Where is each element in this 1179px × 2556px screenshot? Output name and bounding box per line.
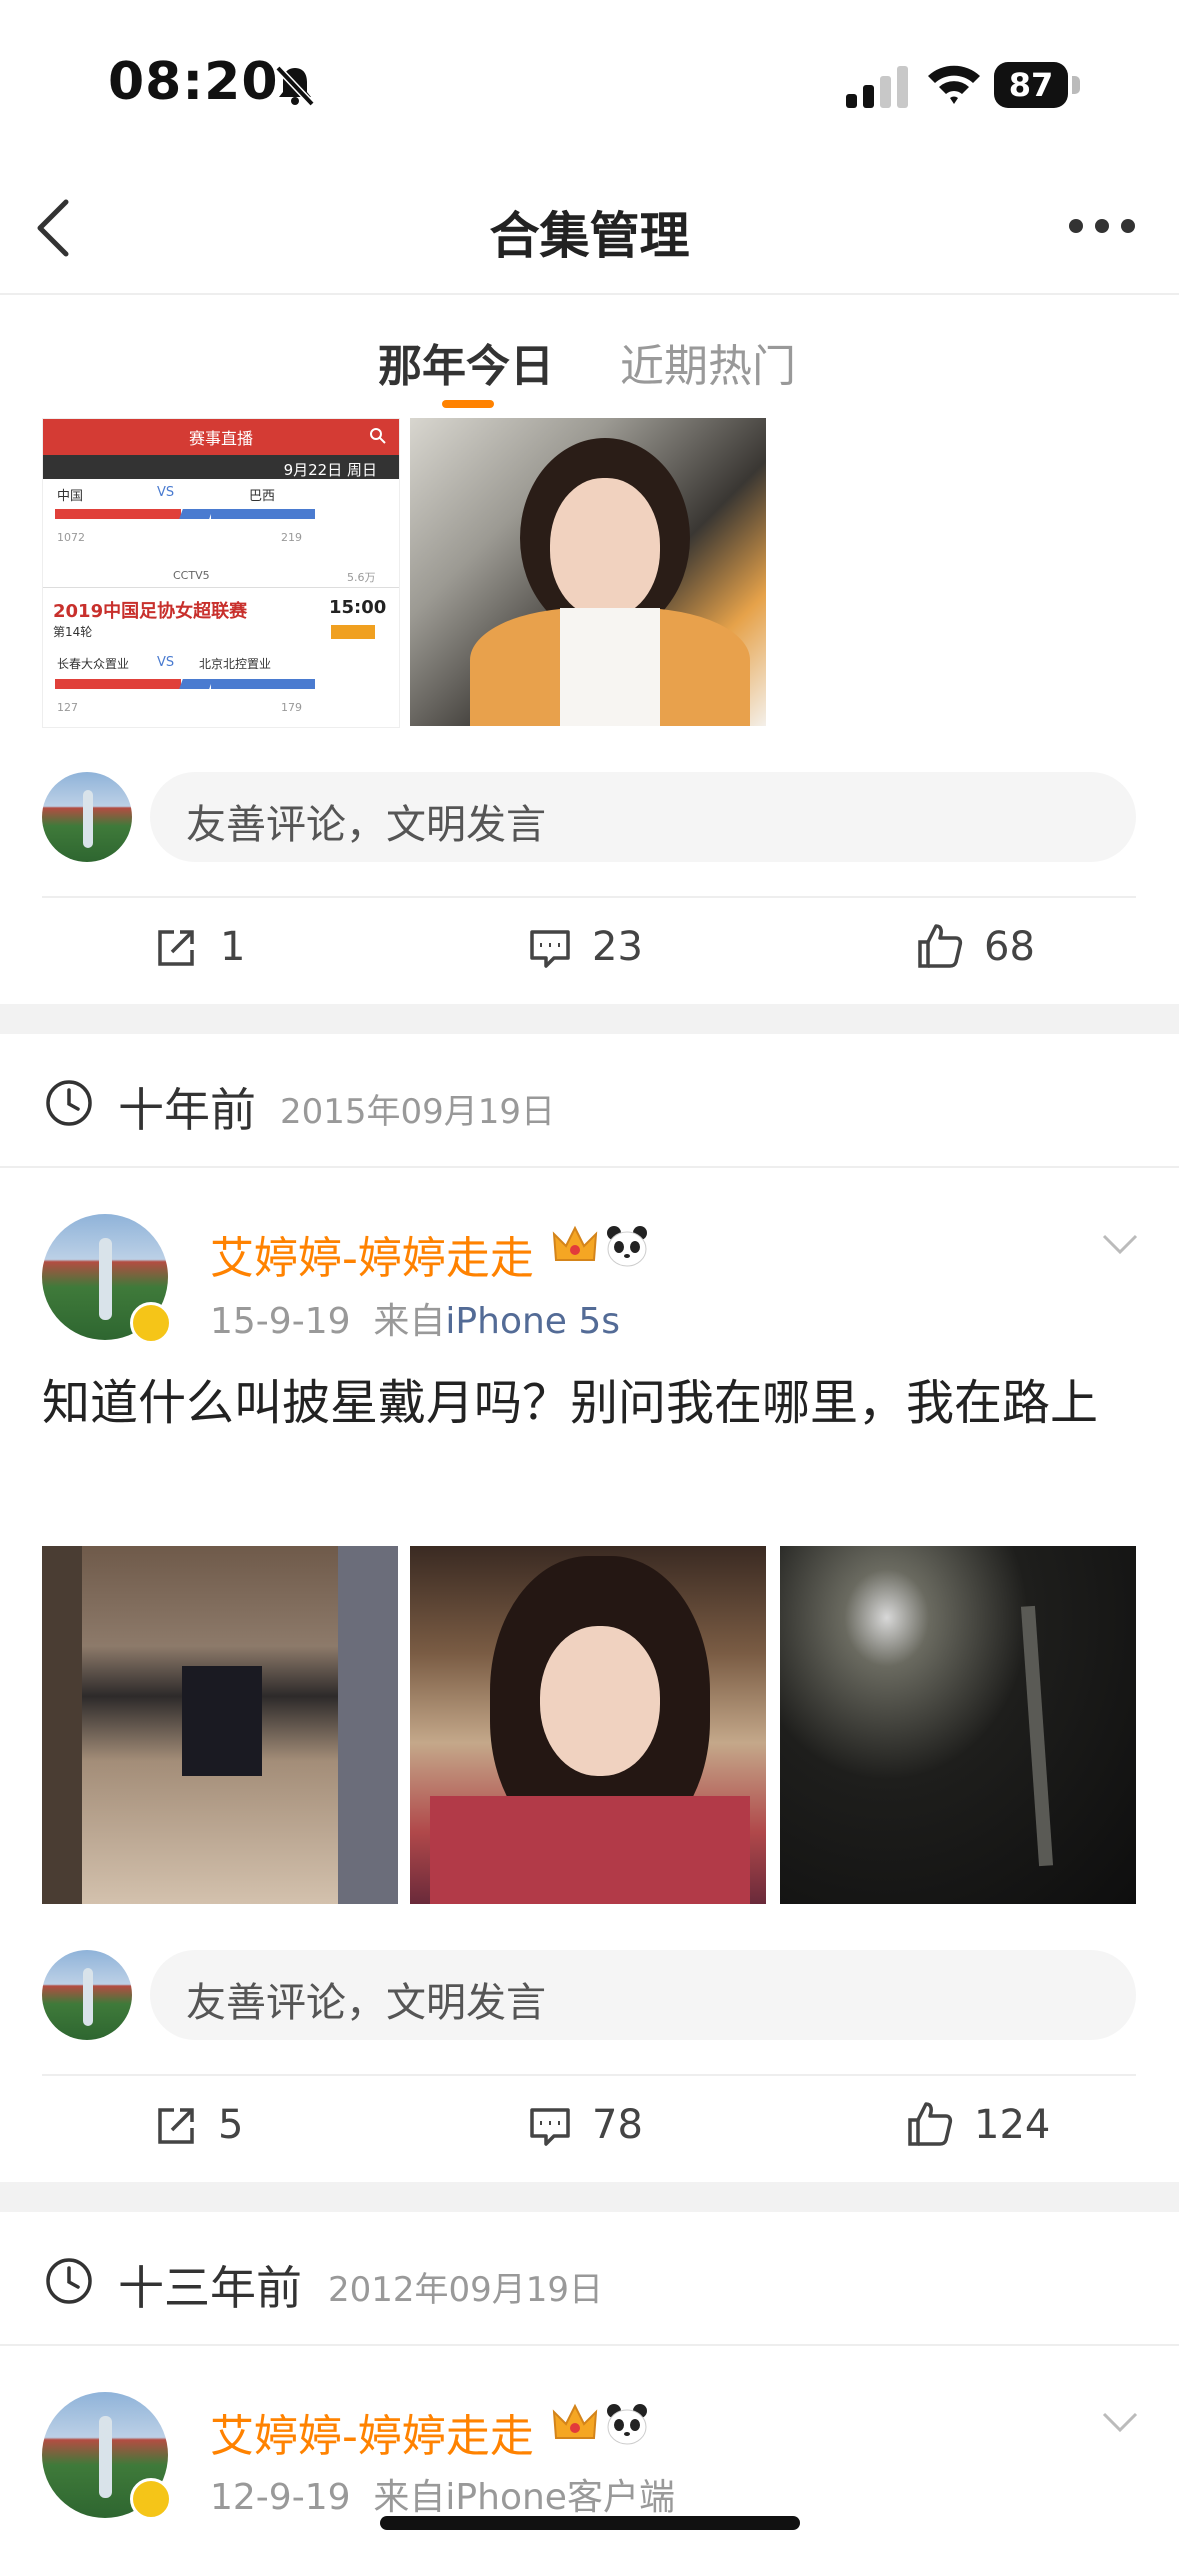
my-avatar[interactable]	[42, 772, 132, 862]
comment-icon[interactable]	[528, 926, 572, 970]
divider	[0, 2344, 1179, 2346]
verified-badge-icon	[130, 1302, 172, 1344]
tab-recent-hot[interactable]: 近期热门	[620, 330, 796, 394]
page-title: 合集管理	[489, 207, 690, 265]
home-indicator[interactable]	[380, 2516, 800, 2530]
share-count[interactable]: 1	[220, 924, 245, 970]
more-options-icon[interactable]	[1068, 218, 1136, 234]
post-from: 来自	[373, 2477, 446, 2518]
post-username[interactable]: 艾婷婷-婷婷走走	[210, 2400, 534, 2464]
cellular-signal-icon	[846, 66, 908, 108]
crown-icon	[552, 2403, 598, 2439]
tab-that-day[interactable]: 那年今日	[378, 330, 554, 394]
share-icon[interactable]	[154, 2104, 198, 2148]
comment-icon[interactable]	[528, 2104, 572, 2148]
silent-bell-icon	[275, 65, 315, 107]
post-source[interactable]: iPhone客户端	[445, 2477, 675, 2518]
clock-icon	[46, 2258, 92, 2304]
nav-divider	[0, 293, 1179, 295]
divider	[0, 1166, 1179, 1168]
share-count[interactable]: 5	[218, 2102, 243, 2148]
post-time: 15-9-19	[210, 1301, 351, 1342]
post-image-hall[interactable]	[42, 1546, 398, 1904]
section-age-label: 十三年前	[118, 2261, 302, 2315]
post-username[interactable]: 艾婷婷-婷婷走走	[210, 1222, 534, 1286]
verified-badge-icon	[130, 2478, 172, 2520]
post-image-selfie-2[interactable]	[410, 1546, 766, 1904]
post-image-selfie[interactable]	[410, 418, 766, 726]
active-tab-indicator	[442, 400, 494, 408]
like-thumb-icon[interactable]	[906, 2100, 954, 2148]
comment-input[interactable]: 友善评论，文明发言	[150, 772, 1136, 862]
divider	[42, 896, 1136, 898]
post-image-sports-schedule[interactable]: 赛事直播 9月22日 周日 中国 VS 巴西 1072 219 CCTV5 5.…	[42, 418, 400, 728]
divider	[42, 2074, 1136, 2076]
comment-input[interactable]: 友善评论，文明发言	[150, 1950, 1136, 2040]
my-avatar[interactable]	[42, 1950, 132, 2040]
post-image-night[interactable]	[780, 1546, 1136, 1904]
post-from: 来自	[373, 1301, 446, 1342]
like-count[interactable]: 124	[974, 2102, 1050, 2148]
wifi-icon	[928, 65, 980, 104]
search-icon	[370, 428, 386, 444]
clock-icon	[46, 1080, 92, 1126]
panda-icon	[607, 1226, 647, 1267]
chevron-down-icon[interactable]	[1100, 2410, 1140, 2434]
post-meta: 12-9-19 来自iPhone客户端	[210, 2468, 675, 2520]
chevron-down-icon[interactable]	[1100, 1232, 1140, 1256]
section-date: 2015年09月19日	[280, 1092, 556, 1132]
comment-count[interactable]: 23	[592, 924, 643, 970]
like-thumb-icon[interactable]	[916, 922, 964, 970]
battery-level: 87	[1008, 66, 1054, 104]
post-meta: 15-9-19 来自iPhone 5s	[210, 1292, 620, 1344]
section-age-label: 十年前	[118, 1083, 256, 1137]
battery-indicator: 87	[994, 62, 1080, 108]
share-icon[interactable]	[154, 926, 198, 970]
post-text: 知道什么叫披星戴月吗？别问我在哪里，我在路上	[42, 1375, 1099, 1431]
post-time: 12-9-19	[210, 2477, 351, 2518]
crown-icon	[552, 1225, 598, 1261]
panda-icon	[607, 2404, 647, 2445]
status-time: 08:20	[108, 52, 279, 112]
section-separator	[0, 1004, 1179, 1034]
post-source-link[interactable]: iPhone 5s	[445, 1301, 620, 1342]
like-count[interactable]: 68	[984, 924, 1035, 970]
comment-count[interactable]: 78	[592, 2102, 643, 2148]
section-separator	[0, 2182, 1179, 2212]
section-date: 2012年09月19日	[328, 2270, 604, 2310]
